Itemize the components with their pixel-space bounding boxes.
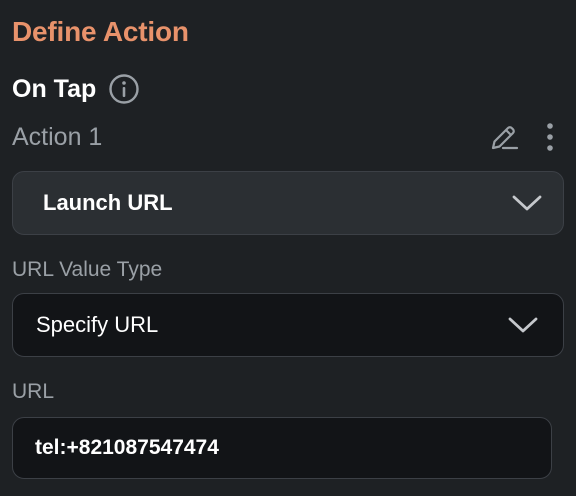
action-tools xyxy=(488,121,556,153)
more-vertical-icon[interactable] xyxy=(544,122,556,152)
trigger-label: On Tap xyxy=(12,74,97,103)
action-type-dropdown[interactable]: Launch URL xyxy=(12,171,564,235)
url-value-type-dropdown[interactable]: Specify URL xyxy=(12,293,564,357)
chevron-down-icon xyxy=(508,317,538,333)
section-title: Define Action xyxy=(12,16,189,47)
url-input-value: tel:+821087547474 xyxy=(35,436,219,459)
edit-icon[interactable] xyxy=(488,121,520,153)
trigger-row: On Tap xyxy=(12,72,140,106)
url-value-type-label: URL Value Type xyxy=(12,258,163,281)
chevron-down-icon xyxy=(512,195,542,211)
info-icon[interactable] xyxy=(108,73,140,105)
url-value-type-value: Specify URL xyxy=(36,312,159,337)
action-type-value: Launch URL xyxy=(43,190,173,215)
action-label: Action 1 xyxy=(12,122,103,151)
action-header: Action 1 xyxy=(12,118,564,156)
url-input[interactable]: tel:+821087547474 xyxy=(12,417,552,479)
url-field-label: URL xyxy=(12,380,55,403)
